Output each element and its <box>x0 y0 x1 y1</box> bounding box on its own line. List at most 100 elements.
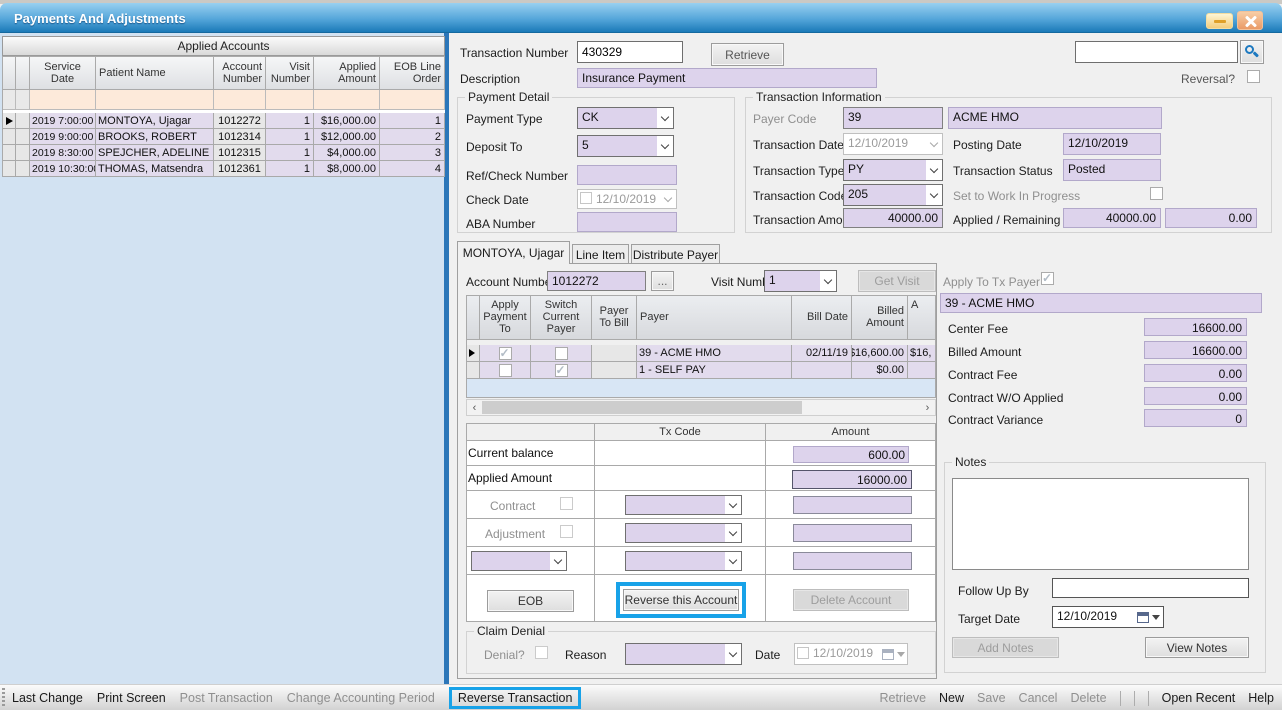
aa-cell-account-number[interactable]: 1012272 <box>214 113 266 129</box>
aa-cell-eob-line-order[interactable]: 3 <box>380 145 445 161</box>
aa-cell-applied-amount[interactable]: $12,000.00 <box>314 129 380 145</box>
applied-amount-field[interactable]: 16000.00 <box>792 470 912 489</box>
pg-cell-billed-amount[interactable]: $16,600.00 <box>852 345 908 362</box>
switch-payer-checkbox[interactable] <box>555 347 568 360</box>
new-button[interactable]: New <box>939 691 964 705</box>
get-visit-button[interactable]: Get Visit <box>858 270 936 292</box>
reverse-this-account-button[interactable]: Reverse this Account <box>623 589 739 611</box>
pg-cell-apply-payment[interactable] <box>480 345 531 362</box>
scrollbar-thumb[interactable] <box>482 401 802 414</box>
retrieve-button[interactable]: Retrieve <box>879 691 926 705</box>
transaction-number-input[interactable] <box>577 41 683 63</box>
account-number-field[interactable]: 1012272 <box>547 271 646 291</box>
aa-row-selector[interactable] <box>2 129 16 145</box>
notes-textarea[interactable] <box>952 478 1249 570</box>
aa-cell-applied-amount[interactable]: $8,000.00 <box>314 161 380 177</box>
reverse-transaction-button[interactable]: Reverse Transaction <box>449 687 582 709</box>
aa-cell-patient-name[interactable]: THOMAS, Matsendra <box>96 161 214 177</box>
scroll-left-icon[interactable]: ‹ <box>467 400 482 415</box>
aa-cell-eob-line-order[interactable]: 4 <box>380 161 445 177</box>
pg-cell-payer[interactable]: 1 - SELF PAY <box>637 362 792 379</box>
transaction-code-combo[interactable]: 205 <box>843 184 943 206</box>
aa-cell-patient-name[interactable]: SPEJCHER, ADELINE <box>96 145 214 161</box>
tab-patient[interactable]: MONTOYA, Ujagar <box>457 241 570 264</box>
add-notes-button[interactable]: Add Notes <box>952 637 1059 658</box>
chevron-down-icon[interactable] <box>820 271 836 291</box>
chevron-down-icon[interactable] <box>725 524 741 542</box>
follow-up-by-input[interactable] <box>1052 578 1249 598</box>
chevron-down-icon[interactable] <box>725 496 741 514</box>
scroll-right-icon[interactable]: › <box>920 400 935 415</box>
ref-check-number-field[interactable] <box>577 165 677 185</box>
aa-row-selector[interactable] <box>2 161 16 177</box>
view-notes-button[interactable]: View Notes <box>1145 637 1249 658</box>
extra-amount-field[interactable] <box>793 552 912 570</box>
target-date-picker[interactable]: 12/10/2019 <box>1052 606 1164 628</box>
post-transaction-button[interactable]: Post Transaction <box>180 691 273 705</box>
aa-filter-visit-number[interactable] <box>266 90 314 110</box>
save-button[interactable]: Save <box>977 691 1006 705</box>
tab-distribute-payer[interactable]: Distribute Payer <box>631 244 720 264</box>
aa-cell-visit-number[interactable]: 1 <box>266 113 314 129</box>
aa-filter-patient-name[interactable] <box>96 90 214 110</box>
chevron-down-icon[interactable] <box>550 552 566 570</box>
minimize-button[interactable] <box>1206 13 1233 29</box>
contract-checkbox[interactable] <box>560 497 573 510</box>
pg-cell-payer-to-bill[interactable] <box>592 362 637 379</box>
aa-cell-eob-line-order[interactable]: 2 <box>380 129 445 145</box>
pg-cell-bill-date[interactable] <box>792 362 852 379</box>
aa-filter-account-number[interactable] <box>214 90 266 110</box>
aa-cell-applied-amount[interactable]: $4,000.00 <box>314 145 380 161</box>
close-button[interactable] <box>1237 11 1263 30</box>
print-screen-button[interactable]: Print Screen <box>97 691 166 705</box>
aa-row-selector[interactable] <box>2 113 16 129</box>
description-field[interactable]: Insurance Payment <box>577 68 877 88</box>
extra-txcode-combo[interactable] <box>625 551 742 571</box>
aa-cell-service-date[interactable]: 2019 9:00:00 <box>30 129 96 145</box>
apply-to-tx-payer-checkbox[interactable] <box>1041 272 1054 285</box>
chevron-down-icon[interactable] <box>657 108 673 128</box>
aa-cell-service-date[interactable]: 2019 8:30:00 <box>30 145 96 161</box>
adjustment-checkbox[interactable] <box>560 525 573 538</box>
delete-button[interactable]: Delete <box>1070 691 1106 705</box>
delete-account-button[interactable]: Delete Account <box>793 589 909 611</box>
aa-cell-account-number[interactable]: 1012315 <box>214 145 266 161</box>
aa-cell-visit-number[interactable]: 1 <box>266 161 314 177</box>
switch-payer-checkbox[interactable] <box>555 364 568 377</box>
payer-name-field[interactable]: ACME HMO <box>948 107 1162 129</box>
contract-txcode-combo[interactable] <box>625 495 742 515</box>
account-browse-button[interactable]: ... <box>651 271 674 291</box>
chevron-down-icon[interactable] <box>926 185 942 205</box>
aa-cell-account-number[interactable]: 1012314 <box>214 129 266 145</box>
pg-row-selector[interactable] <box>466 362 480 379</box>
tab-line-item[interactable]: Line Item <box>572 244 629 264</box>
adjustment-txcode-combo[interactable] <box>625 523 742 543</box>
transaction-type-combo[interactable]: PY <box>843 159 943 181</box>
transaction-amount-field[interactable]: 40000.00 <box>843 208 943 228</box>
last-change-button[interactable]: Last Change <box>12 691 83 705</box>
aa-filter-eob-line-order[interactable] <box>380 90 445 110</box>
contract-amount-field[interactable] <box>793 496 912 514</box>
chevron-down-icon[interactable] <box>926 160 942 180</box>
extra-type-combo[interactable] <box>471 551 567 571</box>
aba-number-field[interactable] <box>577 212 677 232</box>
apply-payment-checkbox[interactable] <box>499 364 512 377</box>
aa-cell-visit-number[interactable]: 1 <box>266 145 314 161</box>
aa-cell-patient-name[interactable]: BROOKS, ROBERT <box>96 129 214 145</box>
payer-code-field[interactable]: 39 <box>843 107 943 129</box>
aa-cell-service-date[interactable]: 2019 7:00:00 <box>30 113 96 129</box>
eob-button[interactable]: EOB <box>487 590 574 612</box>
aa-cell-visit-number[interactable]: 1 <box>266 129 314 145</box>
aa-cell-applied-amount[interactable]: $16,000.00 <box>314 113 380 129</box>
posting-date-field[interactable]: 12/10/2019 <box>1063 133 1161 155</box>
help-button[interactable]: Help <box>1248 691 1274 705</box>
pg-horizontal-scrollbar[interactable]: ‹ › <box>466 399 936 416</box>
reversal-checkbox[interactable] <box>1247 70 1260 83</box>
pg-cell-switch-payer[interactable] <box>531 345 592 362</box>
aa-cell-service-date[interactable]: 2019 10:30:00 <box>30 161 96 177</box>
payment-type-combo[interactable]: CK <box>577 107 674 129</box>
change-accounting-period-button[interactable]: Change Accounting Period <box>287 691 435 705</box>
aa-cell-eob-line-order[interactable]: 1 <box>380 113 445 129</box>
pg-cell-clipped[interactable] <box>908 362 936 379</box>
chevron-down-icon[interactable] <box>725 644 741 664</box>
